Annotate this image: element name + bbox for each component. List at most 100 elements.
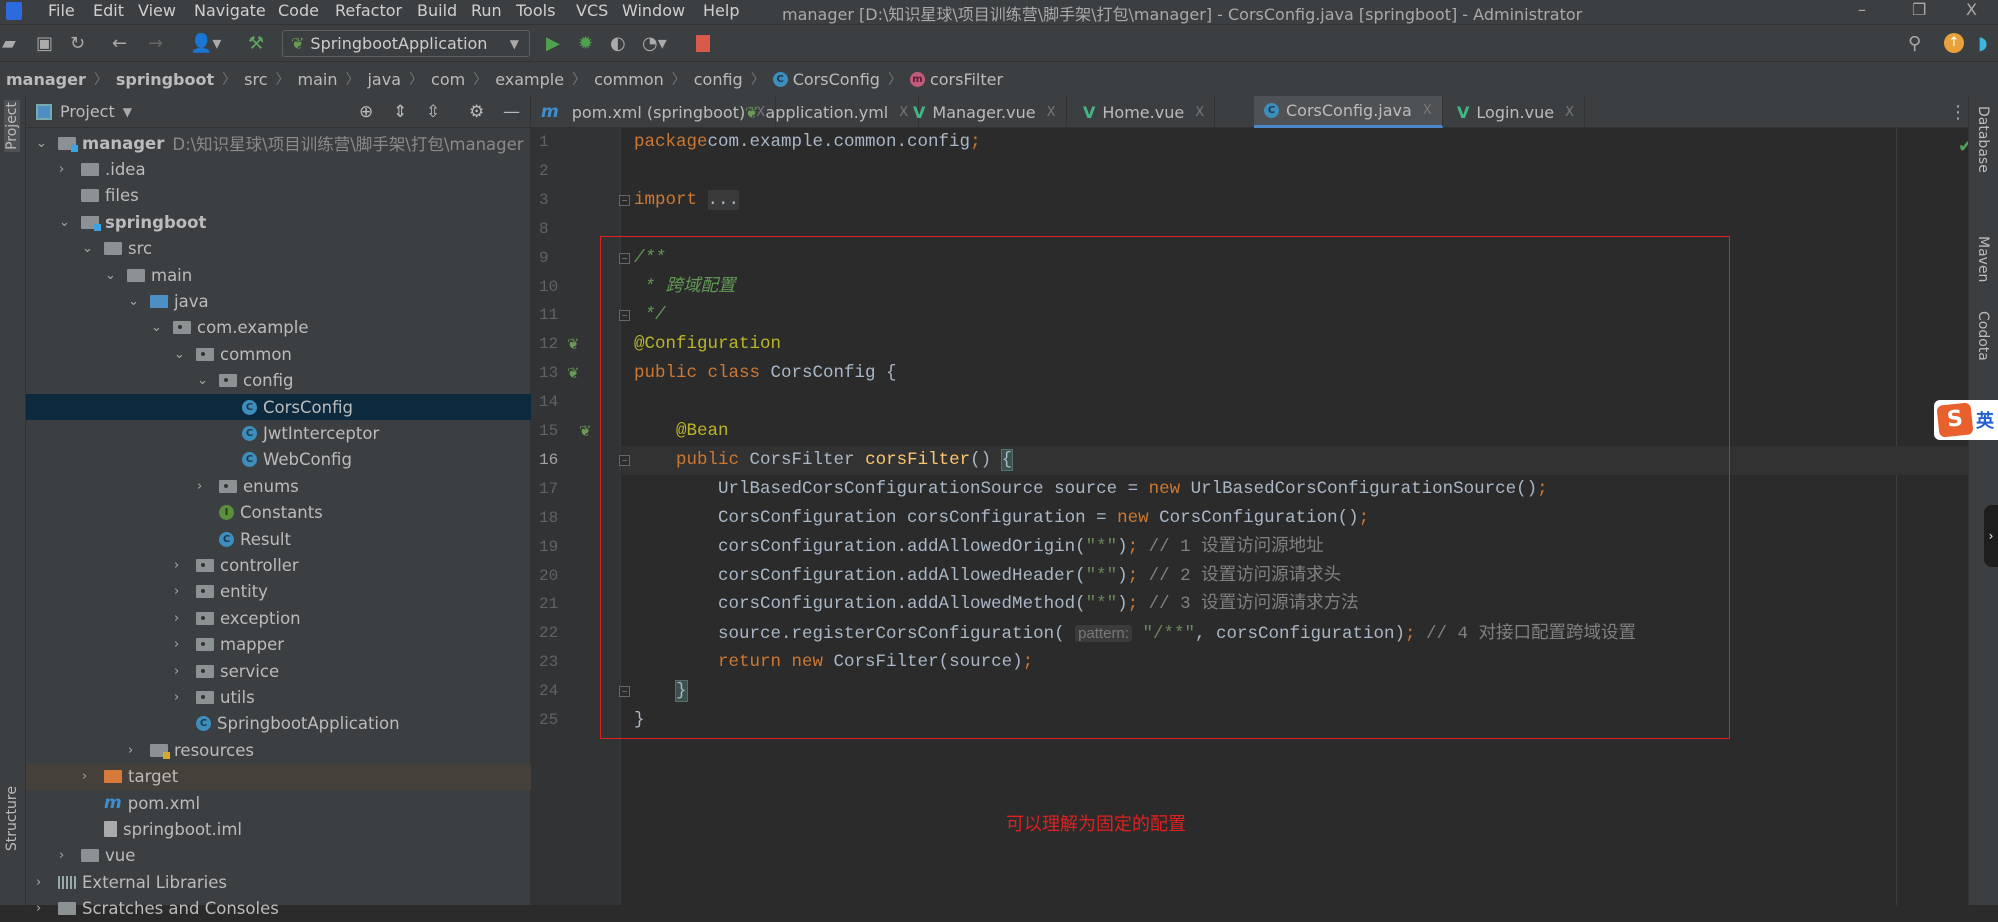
fold-icon[interactable]: − (619, 454, 630, 466)
chevron-right-icon[interactable]: › (174, 558, 196, 573)
tree-item[interactable]: m pom.xml (26, 790, 531, 816)
chevron-right-icon[interactable]: › (174, 637, 196, 652)
close-tab-icon[interactable]: X (1565, 105, 1574, 120)
chevron-right-icon[interactable]: › (36, 901, 58, 916)
more-tabs-icon[interactable]: ⋮ (1949, 102, 1967, 123)
breadcrumb-item[interactable]: springboot (116, 70, 214, 89)
tool-codota[interactable]: Codota (1975, 311, 1991, 361)
menu-build[interactable]: Build (417, 1, 457, 20)
chevron-right-icon[interactable]: › (174, 690, 196, 705)
spring-bean-icon[interactable]: ❦ (579, 422, 592, 440)
expand-all-icon[interactable]: ⇕ (393, 102, 407, 122)
menu-tools[interactable]: Tools (516, 1, 555, 20)
run-configuration-select[interactable]: ❦ SpringbootApplication ▼ (282, 30, 530, 57)
fold-icon[interactable]: − (619, 686, 630, 698)
tab-corsconfig-java[interactable]: C CorsConfig.java X (1254, 96, 1443, 128)
tree-item[interactable]: ⌄ config (26, 368, 531, 394)
structure-tool-button[interactable]: Structure (4, 786, 20, 851)
tab-manager-vue[interactable]: V Manager.vue X (903, 96, 1067, 128)
coverage-icon[interactable]: ◐ (610, 33, 626, 54)
tree-item[interactable]: › vue (26, 843, 531, 869)
fold-icon[interactable]: − (619, 194, 630, 206)
tree-item[interactable]: › mapper (26, 632, 531, 658)
plugin-icon[interactable]: ◗ (1978, 33, 1987, 54)
tree-item[interactable]: ⌄ src (26, 236, 531, 262)
menu-code[interactable]: Code (278, 1, 319, 20)
locate-icon[interactable]: ⊕ (359, 102, 373, 122)
breadcrumb-item[interactable]: common (594, 70, 664, 89)
tree-item[interactable]: › target (26, 763, 531, 790)
tree-item[interactable]: › External Libraries (26, 869, 531, 895)
breadcrumb-item[interactable]: src (244, 70, 267, 89)
tree-item[interactable]: C WebConfig (26, 447, 531, 473)
menu-help[interactable]: Help (703, 1, 739, 20)
chevron-down-icon[interactable]: ⌄ (197, 373, 219, 388)
chevron-right-icon[interactable]: › (197, 479, 219, 494)
chevron-down-icon[interactable]: ⌄ (82, 241, 104, 256)
close-button[interactable]: X (1966, 0, 1977, 19)
tree-item[interactable]: › controller (26, 552, 531, 578)
menu-view[interactable]: View (138, 1, 176, 20)
restore-button[interactable]: ❐ (1912, 0, 1926, 19)
chevron-right-icon[interactable]: › (128, 743, 150, 758)
hide-icon[interactable]: — (503, 102, 520, 122)
tree-item[interactable]: ⌄ springboot (26, 209, 531, 235)
menu-edit[interactable]: Edit (93, 1, 124, 20)
chevron-down-icon[interactable]: ⌄ (105, 268, 127, 283)
breadcrumb-item[interactable]: main (298, 70, 338, 89)
chevron-right-icon[interactable]: › (82, 769, 104, 784)
breadcrumb-item[interactable]: C CorsConfig (772, 70, 880, 89)
menu-window[interactable]: Window (622, 1, 685, 20)
tree-item[interactable]: C SpringbootApplication (26, 711, 531, 737)
tree-item[interactable]: › .idea (26, 156, 531, 182)
collapse-all-icon[interactable]: ⇳ (426, 102, 440, 122)
save-icon[interactable]: ▣ (36, 33, 53, 54)
tree-item[interactable]: C JwtInterceptor (26, 420, 531, 446)
tree-item[interactable]: › entity (26, 579, 531, 605)
minimize-button[interactable]: – (1858, 0, 1866, 19)
tree-item[interactable]: files (26, 183, 531, 209)
ime-indicator[interactable]: S 英 (1934, 400, 1998, 440)
tree-item[interactable]: ⌄ com.example (26, 315, 531, 341)
tree-item[interactable]: I Constants (26, 500, 531, 526)
menu-refactor[interactable]: Refactor (335, 1, 402, 20)
build-hammer-icon[interactable]: ⚒ (248, 33, 264, 54)
menu-run[interactable]: Run (471, 1, 502, 20)
open-folder-icon[interactable]: ▰ (2, 33, 16, 54)
close-tab-icon[interactable]: X (1047, 105, 1056, 120)
tree-item[interactable]: ⌄ manager D:\知识星球\项目训练营\脚手架\打包\manager (26, 130, 531, 156)
tree-item[interactable]: springboot.iml (26, 816, 531, 842)
chevron-down-icon[interactable]: ⌄ (36, 136, 58, 151)
tree-item[interactable]: › exception (26, 605, 531, 631)
tab-home-vue[interactable]: V Home.vue X (1073, 96, 1216, 128)
breadcrumb-item[interactable]: m corsFilter (909, 70, 1003, 89)
fold-icon[interactable]: − (619, 310, 630, 322)
forward-icon[interactable]: → (148, 33, 163, 54)
user-icon[interactable]: 👤▾ (190, 33, 221, 54)
chevron-right-icon[interactable]: › (174, 584, 196, 599)
tree-item[interactable]: C Result (26, 526, 531, 552)
menu-navigate[interactable]: Navigate (194, 1, 266, 20)
tool-maven[interactable]: Maven (1975, 236, 1991, 282)
spring-bean-icon[interactable]: ❦ (567, 364, 580, 382)
run-icon[interactable]: ▶ (546, 33, 560, 54)
tab-application-yml[interactable]: ❦ application.yml X (735, 96, 920, 128)
chevron-down-icon[interactable]: ⌄ (59, 215, 81, 230)
back-icon[interactable]: ← (112, 33, 127, 54)
tree-item[interactable]: C CorsConfig (26, 394, 531, 420)
profile-icon[interactable]: ◔▾ (642, 33, 667, 54)
breadcrumb-item[interactable]: java (367, 70, 401, 89)
breadcrumb-item[interactable]: com (431, 70, 465, 89)
chevron-down-icon[interactable]: ⌄ (174, 347, 196, 362)
code-editor[interactable]: 1 2 3 8 9 10 11 12 ❦ 13 ❦ 14 15 ❦ 16 17 18 19 20 21 22 23 24 25… (531, 128, 1973, 905)
tree-item[interactable]: ⌄ main (26, 262, 531, 288)
project-tool-button[interactable]: Project (4, 100, 20, 152)
search-icon[interactable]: ⚲ (1908, 33, 1921, 54)
chevron-down-icon[interactable]: ▼ (123, 105, 132, 119)
tree-item[interactable]: › Scratches and Consoles (26, 896, 531, 922)
stop-icon[interactable] (696, 35, 710, 52)
project-panel-title[interactable]: Project (60, 102, 115, 121)
sync-icon[interactable]: ↻ (70, 33, 85, 54)
breadcrumb-item[interactable]: manager (6, 70, 86, 89)
spring-bean-icon[interactable]: ❦ (567, 335, 580, 353)
